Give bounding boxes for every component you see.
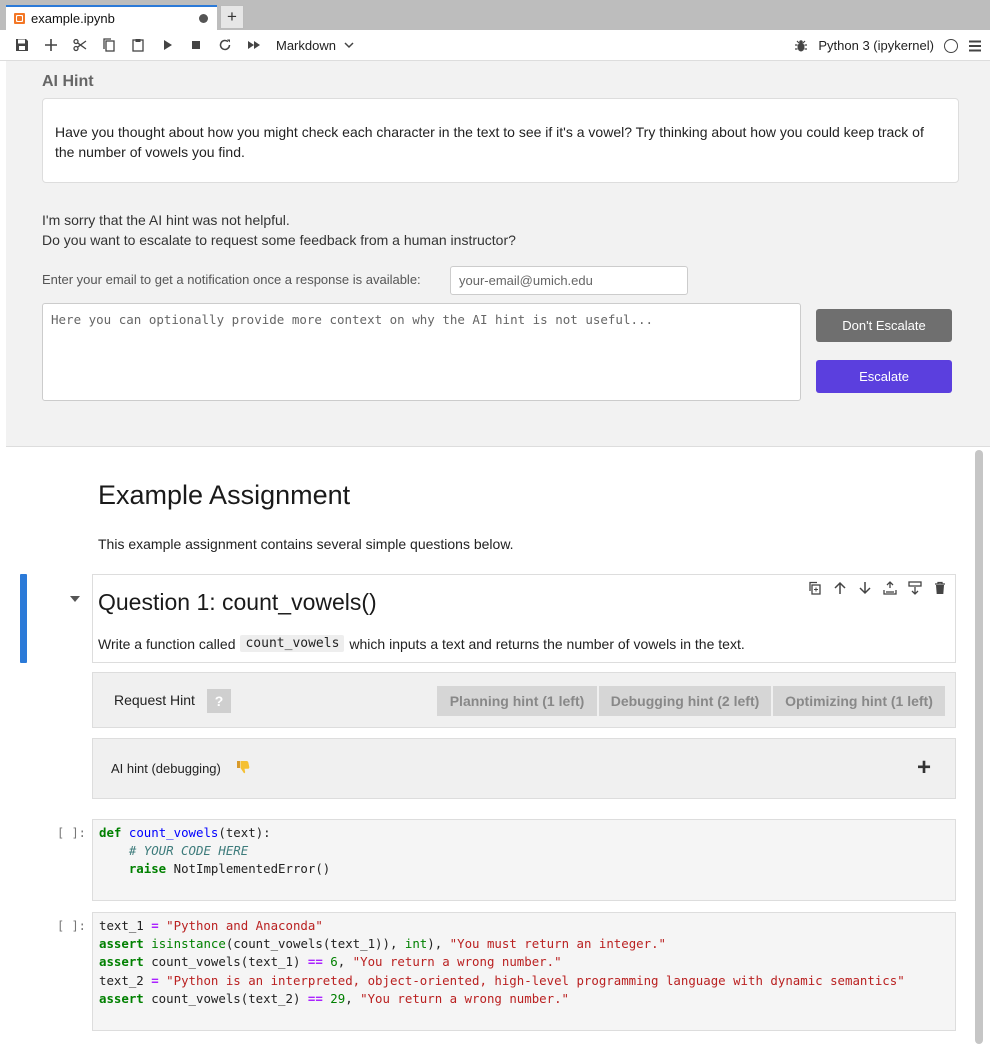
menu-icon[interactable] xyxy=(968,40,982,52)
cell-type-value: Markdown xyxy=(276,37,336,53)
kernel-name[interactable]: Python 3 (ipykernel) xyxy=(818,38,934,53)
save-icon[interactable] xyxy=(7,31,36,59)
stop-icon[interactable] xyxy=(181,31,210,59)
email-label: Enter your email to get a notification o… xyxy=(42,272,421,287)
code-cell-prompt: [ ]: xyxy=(57,919,86,933)
debugging-hint-button[interactable]: Debugging hint (2 left) xyxy=(599,686,771,716)
copy-icon[interactable] xyxy=(94,31,123,59)
question-text-after: which inputs a text and returns the numb… xyxy=(349,635,745,652)
sorry-line-2: Do you want to escalate to request some … xyxy=(42,232,516,248)
cell-toolbar xyxy=(808,581,947,595)
escalate-button[interactable]: Escalate xyxy=(816,360,952,393)
notebook-title: Example Assignment xyxy=(98,480,351,510)
notebook-icon xyxy=(14,13,25,24)
add-cell-icon[interactable] xyxy=(36,31,65,59)
run-icon[interactable] xyxy=(152,31,181,59)
code-cell-2[interactable]: text_1 = "Python and Anaconda" assert is… xyxy=(92,912,956,1031)
active-cell-indicator xyxy=(20,574,27,663)
kernel-area: Python 3 (ipykernel) xyxy=(794,30,982,61)
expand-icon[interactable]: + xyxy=(917,754,931,782)
sorry-line-1: I'm sorry that the AI hint was not helpf… xyxy=(42,212,290,228)
question-text: Write a function called count_vowels whi… xyxy=(98,635,745,652)
ai-hint-debugging-item[interactable]: AI hint (debugging) + xyxy=(92,738,956,799)
delete-cell-icon[interactable] xyxy=(933,581,947,595)
ai-hint-debugging-label: AI hint (debugging) xyxy=(111,761,221,776)
code-cell-1[interactable]: def count_vowels(text): # YOUR CODE HERE… xyxy=(92,819,956,901)
thumbs-down-icon[interactable] xyxy=(235,759,251,775)
question-title: Question 1: count_vowels() xyxy=(98,589,377,615)
bug-icon[interactable] xyxy=(794,39,808,53)
insert-below-icon[interactable] xyxy=(908,581,922,595)
move-down-icon[interactable] xyxy=(858,581,872,595)
run-all-icon[interactable] xyxy=(239,31,268,59)
tab-title: example.ipynb xyxy=(31,11,115,26)
duplicate-cell-icon[interactable] xyxy=(808,581,822,595)
help-icon[interactable]: ? xyxy=(207,689,231,713)
kernel-status-icon xyxy=(944,38,958,53)
dont-escalate-button[interactable]: Don't Escalate xyxy=(816,309,952,342)
question-text-before: Write a function called xyxy=(98,635,236,652)
notebook-toolbar: Markdown Python 3 (ipykernel) xyxy=(0,30,990,61)
request-hint-bar: Request Hint ? Planning hint (1 left) De… xyxy=(92,672,956,728)
planning-hint-button[interactable]: Planning hint (1 left) xyxy=(437,686,597,716)
collapse-caret-icon[interactable] xyxy=(70,596,80,602)
move-up-icon[interactable] xyxy=(833,581,847,595)
request-hint-label: Request Hint xyxy=(114,692,195,708)
paste-icon[interactable] xyxy=(123,31,152,59)
notebook-tab[interactable]: example.ipynb xyxy=(6,5,217,30)
restart-icon[interactable] xyxy=(210,31,239,59)
question-code: count_vowels xyxy=(240,635,345,652)
optimizing-hint-button[interactable]: Optimizing hint (1 left) xyxy=(773,686,945,716)
notebook-intro: This example assignment contains several… xyxy=(98,536,514,552)
code-cell-prompt: [ ]: xyxy=(57,826,86,840)
unsaved-dot-icon[interactable] xyxy=(199,14,208,23)
ai-hint-heading: AI Hint xyxy=(42,73,94,90)
cut-icon[interactable] xyxy=(65,31,94,59)
tab-bar: example.ipynb + xyxy=(0,0,990,30)
chevron-down-icon xyxy=(344,41,354,48)
escalation-message: I'm sorry that the AI hint was not helpf… xyxy=(42,210,516,250)
scrollbar[interactable] xyxy=(974,450,984,1044)
new-tab-button[interactable]: + xyxy=(220,5,244,29)
scrollbar-thumb[interactable] xyxy=(975,450,983,1044)
ai-hint-text: Have you thought about how you might che… xyxy=(42,98,959,183)
context-textarea[interactable] xyxy=(42,303,801,401)
insert-above-icon[interactable] xyxy=(883,581,897,595)
cell-type-select[interactable]: Markdown xyxy=(276,38,354,53)
email-field[interactable] xyxy=(450,266,688,295)
ai-hint-panel: AI Hint Have you thought about how you m… xyxy=(6,61,990,447)
